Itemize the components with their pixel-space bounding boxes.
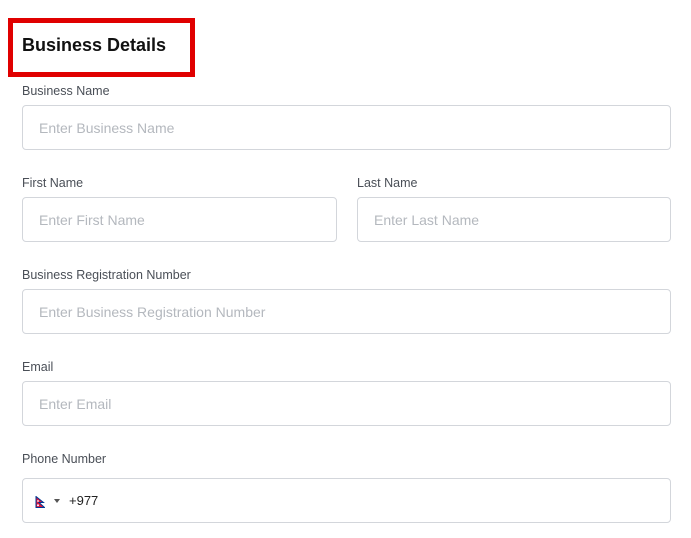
business-details-form: Business Details Business Name First Nam… — [0, 0, 691, 538]
first-name-label: First Name — [22, 176, 84, 190]
email-input[interactable] — [22, 381, 671, 426]
email-label: Email — [22, 360, 54, 374]
business-name-label: Business Name — [22, 84, 110, 98]
business-name-input[interactable] — [22, 105, 671, 150]
last-name-input[interactable] — [357, 197, 671, 242]
nepal-flag-icon — [35, 494, 46, 508]
country-code-select[interactable] — [23, 479, 60, 522]
last-name-label: Last Name — [357, 176, 418, 190]
form-title: Business Details — [22, 35, 167, 55]
phone-number-field — [22, 478, 671, 523]
registration-number-input[interactable] — [22, 289, 671, 334]
registration-number-label: Business Registration Number — [22, 268, 191, 282]
chevron-down-icon — [54, 498, 60, 503]
phone-number-label: Phone Number — [22, 452, 107, 466]
phone-number-input[interactable] — [69, 479, 670, 522]
first-name-input[interactable] — [22, 197, 337, 242]
